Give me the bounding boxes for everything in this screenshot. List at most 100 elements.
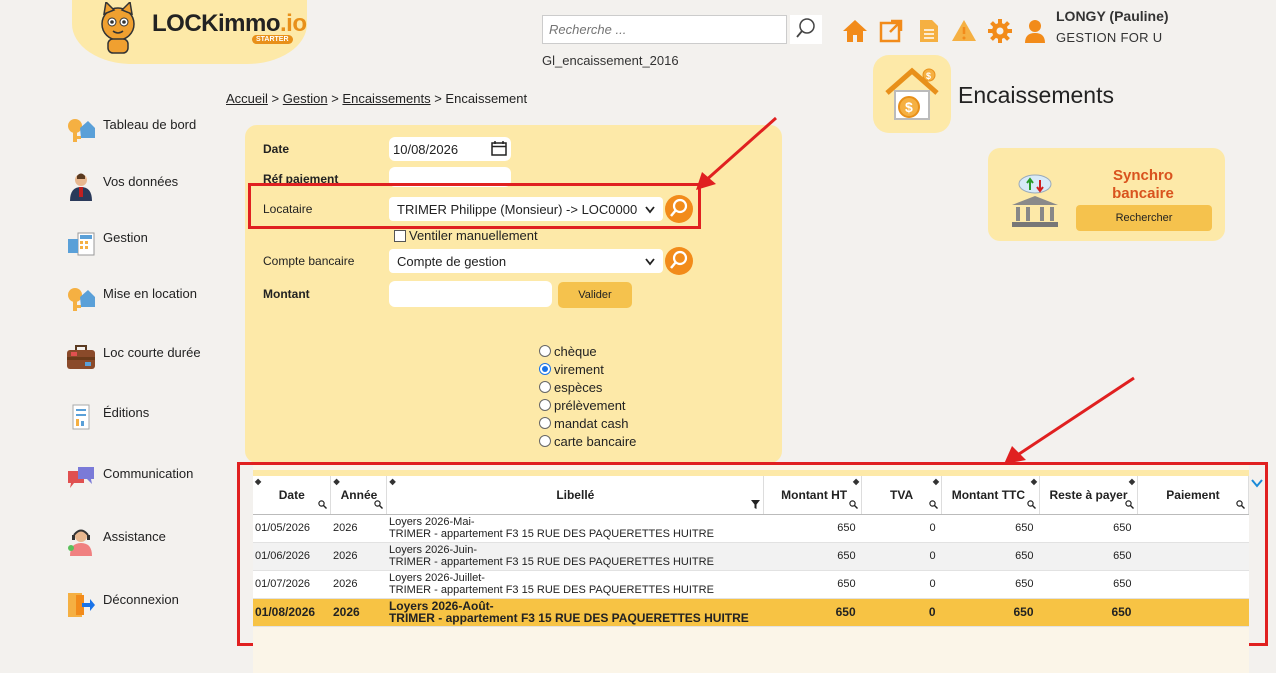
column-header-montant-ht[interactable]: ◆ Montant HT — [763, 476, 863, 515]
page-title: Encaissements — [958, 82, 1114, 108]
sidebar-item-label: Tableau de bord — [103, 117, 197, 132]
date-value: 10/08/2026 — [393, 141, 459, 157]
column-header-libelle[interactable]: ◆ Libellé — [386, 476, 765, 515]
filter-search-icon[interactable] — [318, 498, 328, 512]
sort-icon[interactable]: ◆ — [1031, 477, 1037, 486]
cell-tva: 0 — [861, 514, 942, 543]
compte-bancaire-select[interactable]: Compte de gestion — [389, 249, 663, 273]
sort-icon[interactable]: ◆ — [853, 477, 859, 486]
person-icon — [66, 171, 96, 201]
table-row[interactable]: 01/07/2026 2026 Loyers 2026-Juillet- TRIM… — [253, 570, 1249, 599]
column-header-date[interactable]: ◆ Date — [253, 476, 332, 515]
column-header-montant-ttc[interactable]: ◆ Montant TTC — [941, 476, 1041, 515]
filter-search-icon[interactable] — [1236, 498, 1245, 512]
sidebar-item-label: Vos données — [103, 174, 179, 189]
alert-icon[interactable] — [951, 18, 977, 44]
radio-button[interactable] — [539, 417, 551, 429]
cell-paiement[interactable] — [1137, 570, 1249, 599]
document-icon[interactable] — [916, 18, 942, 44]
cell-paiement[interactable] — [1137, 514, 1249, 543]
ventiler-checkbox-row[interactable]: Ventiler manuellement — [394, 228, 538, 243]
home-icon[interactable] — [842, 18, 868, 44]
table-row-selected[interactable]: 01/08/2026 2026 Loyers 2026-Août- TRIMER … — [253, 598, 1249, 627]
radio-button[interactable] — [539, 399, 551, 411]
sort-icon[interactable]: ◆ — [1129, 477, 1135, 486]
suitcase-icon — [66, 342, 96, 372]
radio-button[interactable] — [539, 345, 551, 357]
sort-icon[interactable]: ◆ — [389, 477, 395, 486]
search-icon — [795, 17, 817, 42]
cell-annee: 2026 — [330, 514, 387, 543]
filter-search-icon[interactable] — [1125, 498, 1134, 512]
radio-button-selected[interactable] — [539, 363, 551, 375]
filter-icon[interactable] — [751, 498, 761, 512]
file-label: Gl_encaissement_2016 — [542, 53, 679, 68]
payment-option-cheque[interactable]: chèque — [539, 342, 636, 360]
gear-icon[interactable] — [987, 18, 1013, 44]
annotation-arrow-table — [1004, 376, 1135, 464]
cell-reste-a-payer: 650 — [1039, 542, 1138, 571]
sidebar-item-gestion[interactable]: Gestion — [66, 227, 226, 259]
filter-search-icon[interactable] — [1027, 498, 1037, 512]
external-link-icon[interactable] — [878, 18, 904, 44]
sidebar-item-assistance[interactable]: Assistance — [66, 526, 226, 558]
annotation-arrow-locataire — [696, 116, 777, 190]
breadcrumb-link-accueil[interactable]: Accueil — [226, 91, 268, 106]
sort-icon[interactable]: ◆ — [933, 477, 939, 486]
support-agent-icon — [66, 526, 96, 556]
payment-option-carte-bancaire[interactable]: carte bancaire — [539, 432, 636, 450]
filter-search-icon[interactable] — [374, 498, 384, 512]
cell-paiement[interactable] — [1137, 598, 1249, 627]
calendar-icon[interactable] — [491, 140, 507, 159]
radio-button[interactable] — [539, 435, 551, 447]
cell-date: 01/07/2026 — [253, 570, 331, 599]
cell-libelle: Loyers 2026-Juin- TRIMER - appartement F3… — [386, 542, 764, 571]
compte-search-button[interactable] — [665, 247, 693, 275]
keys-house-icon — [66, 283, 96, 313]
payment-option-prelevement[interactable]: prélèvement — [539, 396, 636, 414]
sidebar-item-communication[interactable]: Communication — [66, 463, 226, 495]
report-icon — [66, 402, 96, 432]
sort-icon[interactable]: ◆ — [255, 477, 261, 486]
payment-option-especes[interactable]: espèces — [539, 378, 636, 396]
search-input[interactable] — [542, 15, 787, 44]
sidebar-item-label: Gestion — [103, 230, 148, 245]
chevron-down-icon — [645, 254, 655, 269]
date-field[interactable]: 10/08/2026 — [389, 137, 511, 161]
breadcrumb-current: Encaissement — [445, 91, 528, 106]
logo-text[interactable]: LOCKimmo.io — [152, 10, 307, 38]
cell-montant-ht: 650 — [763, 598, 862, 627]
sidebar-item-loc-courte-duree[interactable]: Loc courte durée — [66, 342, 226, 374]
breadcrumb-link-gestion[interactable]: Gestion — [283, 91, 328, 106]
filter-search-icon[interactable] — [929, 498, 939, 512]
valider-button[interactable]: Valider — [558, 282, 632, 308]
chevron-down-icon[interactable] — [1251, 476, 1263, 491]
table-row[interactable]: 01/06/2026 2026 Loyers 2026-Juin- TRIMER … — [253, 542, 1249, 571]
sidebar-item-mise-en-location[interactable]: Mise en location — [66, 283, 226, 315]
ventiler-checkbox[interactable] — [394, 229, 406, 242]
cell-annee: 2026 — [330, 598, 387, 627]
breadcrumb-link-encaissements[interactable]: Encaissements — [342, 91, 430, 106]
sidebar-item-tableau-de-bord[interactable]: Tableau de bord — [66, 114, 226, 146]
radio-button[interactable] — [539, 381, 551, 393]
payment-option-mandat-cash[interactable]: mandat cash — [539, 414, 636, 432]
search-button[interactable] — [790, 15, 822, 44]
sidebar-item-deconnexion[interactable]: Déconnexion — [66, 589, 226, 621]
svg-text:$: $ — [905, 99, 913, 115]
filter-search-icon[interactable] — [849, 498, 859, 512]
breadcrumb: Accueil > Gestion > Encaissements > Enca… — [226, 91, 528, 106]
column-header-tva[interactable]: ◆ TVA — [861, 476, 943, 515]
sidebar-item-editions[interactable]: Éditions — [66, 402, 226, 434]
cell-paiement[interactable] — [1137, 542, 1249, 571]
sidebar-item-vos-donnees[interactable]: Vos données — [66, 171, 226, 203]
rechercher-button[interactable]: Rechercher — [1076, 205, 1212, 231]
user-icon[interactable] — [1022, 18, 1048, 44]
montant-field[interactable] — [389, 281, 552, 307]
column-header-annee[interactable]: ◆ Année — [330, 476, 388, 515]
sort-icon[interactable]: ◆ — [333, 477, 339, 486]
column-header-reste-a-payer[interactable]: ◆ Reste à payer — [1039, 476, 1138, 515]
table-row[interactable]: 01/05/2026 2026 Loyers 2026-Mai- TRIMER -… — [253, 514, 1249, 543]
column-header-paiement[interactable]: Paiement — [1137, 476, 1250, 515]
cell-montant-ttc: 650 — [941, 598, 1040, 627]
payment-option-virement[interactable]: virement — [539, 360, 636, 378]
